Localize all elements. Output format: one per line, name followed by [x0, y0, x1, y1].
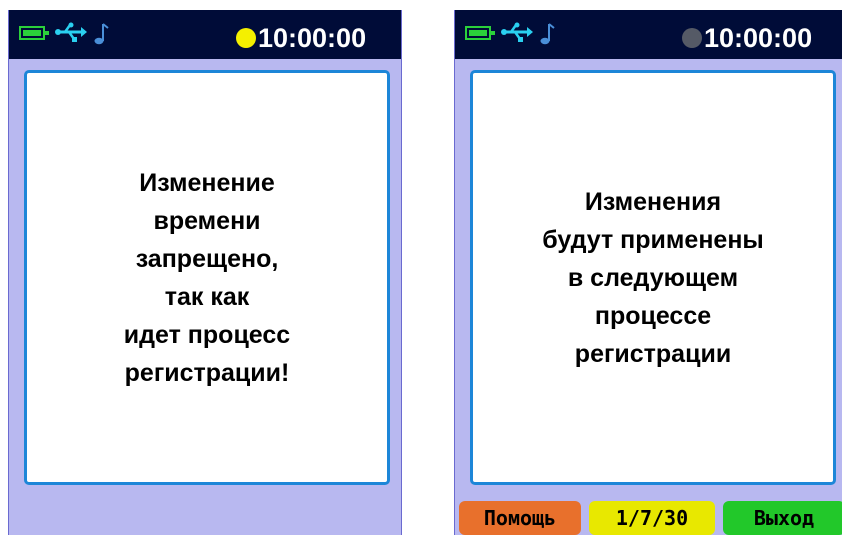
message-line: запрещено,: [135, 244, 279, 273]
message-line: процессе: [594, 301, 712, 330]
softkey-bar: Помощь 1/7/30 Выход: [455, 501, 842, 535]
message-line: идет процесс: [123, 320, 291, 349]
recording-indicator-icon: [682, 28, 702, 48]
clock: 10:00:00: [258, 23, 367, 53]
message-line: будут применены: [542, 225, 764, 254]
usb-icon: [55, 22, 87, 42]
message-line: регистрации: [574, 339, 732, 368]
recording-indicator-icon: [236, 28, 256, 48]
message-line: Изменение: [139, 168, 275, 197]
device-screen-right: 10:00:00 Изменения будут применены в сле…: [454, 10, 842, 535]
message-line: времени: [153, 206, 261, 235]
message-line: регистрации!: [124, 358, 290, 387]
exit-button[interactable]: Выход: [723, 501, 842, 535]
period-toggle-button[interactable]: 1/7/30: [589, 501, 715, 535]
help-button[interactable]: Помощь: [459, 501, 581, 535]
message-line: так как: [164, 282, 250, 311]
message-line: в следующем: [567, 263, 739, 292]
usb-icon: [501, 22, 533, 42]
music-note-icon: [540, 23, 555, 45]
battery-icon: [465, 26, 495, 40]
message-text: Изменения будут применены в следующем пр…: [542, 183, 764, 373]
message-text: Изменение времени запрещено, так как иде…: [124, 164, 290, 392]
message-panel: Изменение времени запрещено, так как иде…: [24, 70, 390, 485]
clock: 10:00:00: [704, 23, 813, 53]
battery-icon: [19, 26, 49, 40]
music-note-icon: [94, 23, 109, 45]
message-panel: Изменения будут применены в следующем пр…: [470, 70, 836, 485]
status-bar: 10:00:00: [455, 10, 842, 62]
message-line: Изменения: [584, 187, 722, 216]
status-bar: 10:00:00: [9, 10, 401, 62]
device-screen-left: 10:00:00 Изменение времени запрещено, та…: [8, 10, 402, 535]
